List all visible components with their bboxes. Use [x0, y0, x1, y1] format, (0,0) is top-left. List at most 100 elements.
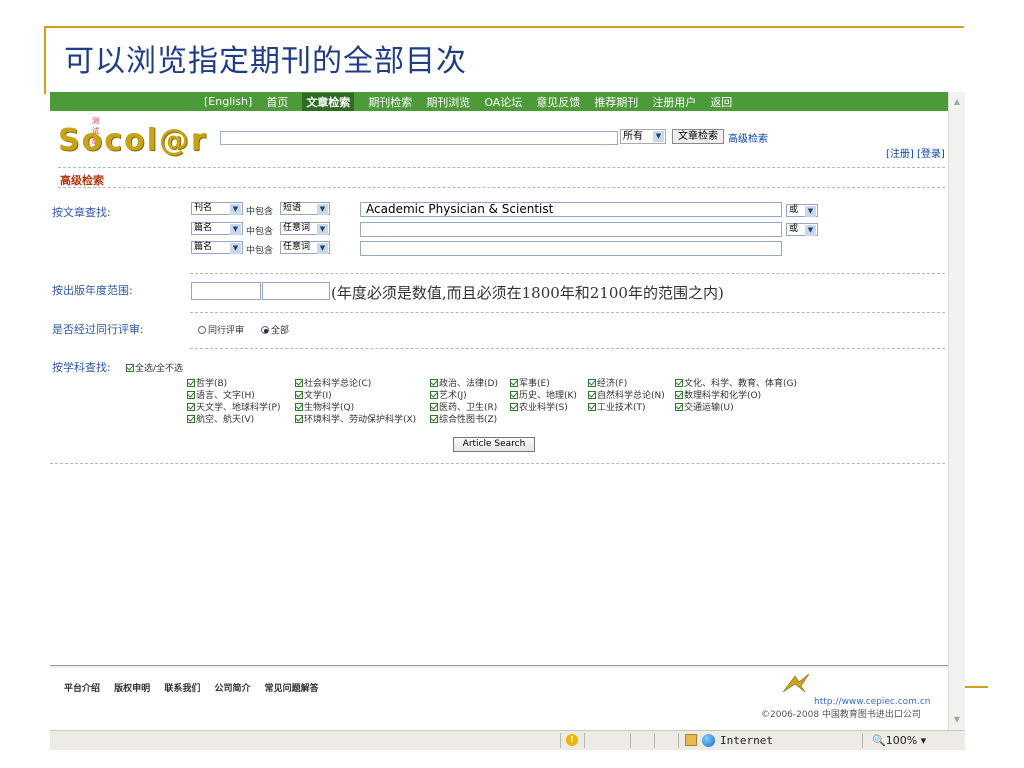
top-nav: [English] 首页 文章检索 期刊检索 期刊浏览 OA论坛 意见反馈 推荐… — [50, 92, 948, 111]
row1-match-value: 短语 — [283, 203, 302, 213]
chevron-down-icon: ▼ — [653, 131, 664, 142]
cepiec-logo-icon — [782, 673, 810, 693]
divider — [58, 187, 945, 188]
checkbox-checked-icon — [187, 415, 195, 423]
footer-link-faq[interactable]: 常见问题解答 — [265, 684, 319, 694]
browser-window: [English] 首页 文章检索 期刊检索 期刊浏览 OA论坛 意见反馈 推荐… — [50, 92, 965, 750]
all-option-label: 全部 — [271, 326, 290, 336]
nav-oa-forum[interactable]: OA论坛 — [484, 94, 522, 110]
chevron-down-icon: ▼ — [805, 225, 816, 236]
nav-back[interactable]: 返回 — [710, 94, 732, 110]
nav-journal-search[interactable]: 期刊检索 — [368, 94, 412, 110]
nav-english[interactable]: [English] — [204, 95, 252, 108]
subject-label-text: 工业技术(T) — [597, 403, 646, 413]
chevron-down-icon: ▼ — [230, 243, 241, 254]
row1-logic-select[interactable]: 或 ▼ — [786, 204, 818, 217]
select-all-label: 全选/全不选 — [135, 364, 184, 374]
chevron-down-icon: ▼ — [230, 224, 241, 235]
footer-link-contact[interactable]: 联系我们 — [164, 684, 200, 694]
chevron-down-icon: ▼ — [317, 204, 328, 215]
checkbox-checked-icon — [510, 379, 518, 387]
register-login-links[interactable]: [注册] [登录] — [886, 145, 945, 160]
row1-match-select[interactable]: 短语 ▼ — [280, 202, 330, 215]
row3-field-select[interactable]: 篇名 ▼ — [191, 241, 243, 254]
advanced-search-link[interactable]: 高级检索 — [728, 130, 768, 145]
vertical-scrollbar[interactable]: ▲ ▼ — [948, 92, 965, 730]
nav-article-search[interactable]: 文章检索 — [302, 92, 355, 111]
nav-register-user[interactable]: 注册用户 — [652, 94, 696, 110]
checkbox-checked-icon — [675, 391, 683, 399]
subject-checkbox[interactable]: 环境科学、劳动保护科学(X) — [295, 412, 416, 425]
scope-select[interactable]: 所有 ▼ — [620, 129, 666, 144]
footer-link-company[interactable]: 公司简介 — [214, 684, 250, 694]
all-radio[interactable]: 全部 — [261, 323, 289, 336]
status-separator — [630, 733, 631, 748]
subject-checkbox[interactable]: 综合性图书(Z) — [430, 412, 497, 425]
cepiec-url-link[interactable]: http://www.cepiec.com.cn — [814, 697, 930, 707]
checkbox-checked-icon — [295, 403, 303, 411]
nav-recommend-journal[interactable]: 推荐期刊 — [594, 94, 638, 110]
scroll-down-icon[interactable]: ▼ — [949, 712, 965, 728]
slide-accent-right — [962, 686, 988, 688]
copyright-text: ©2006-2008 中国教育图书进出口公司 — [761, 710, 921, 720]
checkbox-checked-icon — [588, 379, 596, 387]
status-bar: ! Internet 🔍100% ▾ — [50, 730, 965, 750]
radio-icon — [198, 326, 206, 334]
main-search-input[interactable] — [220, 131, 618, 145]
nav-feedback[interactable]: 意见反馈 — [536, 94, 580, 110]
zoom-control[interactable]: 🔍100% ▾ — [872, 734, 926, 747]
subject-checkbox[interactable]: 工业技术(T) — [588, 400, 646, 413]
article-search-button[interactable]: Article Search — [453, 437, 535, 452]
peer-review-option-label: 同行评审 — [208, 326, 245, 336]
footer-link-copyright[interactable]: 版权申明 — [114, 684, 150, 694]
nav-journal-browse[interactable]: 期刊浏览 — [426, 94, 470, 110]
row2-field-value: 篇名 — [194, 223, 213, 233]
by-article-label: 按文章查找: — [52, 206, 111, 219]
checkbox-checked-icon — [126, 364, 134, 372]
row2-match-value: 任意词 — [283, 223, 311, 233]
peer-review-radio[interactable]: 同行评审 — [198, 323, 244, 336]
select-all-checkbox[interactable]: 全选/全不选 — [126, 361, 183, 374]
year-from-input[interactable] — [191, 282, 261, 300]
row3-term-input[interactable] — [360, 241, 782, 256]
divider — [190, 273, 945, 274]
row2-contains-label: 中包含 — [246, 227, 274, 237]
row2-term-input[interactable] — [360, 222, 782, 237]
slide-title: 可以浏览指定期刊的全部目次 — [64, 44, 467, 79]
peer-review-label: 是否经过同行评审: — [52, 323, 144, 336]
checkbox-checked-icon — [187, 403, 195, 411]
divider — [190, 312, 945, 313]
subject-label: 按学科查找: — [52, 361, 111, 374]
subject-checkbox[interactable]: 农业科学(S) — [510, 400, 568, 413]
logo-text: Socol@r — [58, 123, 208, 158]
warning-icon[interactable]: ! — [566, 734, 578, 746]
checkbox-checked-icon — [588, 391, 596, 399]
row1-logic-value: 或 — [789, 205, 799, 215]
section-title: 高级检索 — [60, 174, 104, 187]
row1-field-value: 刊名 — [194, 203, 213, 213]
row1-term-input[interactable]: Academic Physician & Scientist — [360, 202, 782, 217]
nav-home[interactable]: 首页 — [266, 94, 288, 110]
scroll-up-icon[interactable]: ▲ — [949, 94, 965, 110]
article-search-top-button[interactable]: 文章检索 — [672, 129, 724, 144]
row3-contains-label: 中包含 — [246, 246, 274, 256]
subject-label-text: 环境科学、劳动保护科学(X) — [304, 415, 417, 425]
row1-field-select[interactable]: 刊名 ▼ — [191, 202, 243, 215]
globe-icon — [702, 734, 715, 747]
checkbox-checked-icon — [187, 379, 195, 387]
subject-checkbox[interactable]: 航空、航天(V) — [187, 412, 254, 425]
subject-label-text: 航空、航天(V) — [196, 415, 255, 425]
footer-link-platform[interactable]: 平台介绍 — [64, 684, 100, 694]
row2-match-select[interactable]: 任意词 ▼ — [280, 222, 330, 235]
row2-field-select[interactable]: 篇名 ▼ — [191, 222, 243, 235]
subject-checkbox[interactable]: 交通运输(U) — [675, 400, 734, 413]
chevron-down-icon: ▼ — [317, 224, 328, 235]
row2-logic-select[interactable]: 或 ▼ — [786, 223, 818, 236]
scope-select-value: 所有 — [623, 131, 643, 142]
checkbox-checked-icon — [295, 379, 303, 387]
checkbox-checked-icon — [430, 379, 438, 387]
divider — [50, 463, 945, 464]
row3-match-select[interactable]: 任意词 ▼ — [280, 241, 330, 254]
subject-label-text: 交通运输(U) — [684, 403, 734, 413]
year-to-input[interactable] — [262, 282, 330, 300]
